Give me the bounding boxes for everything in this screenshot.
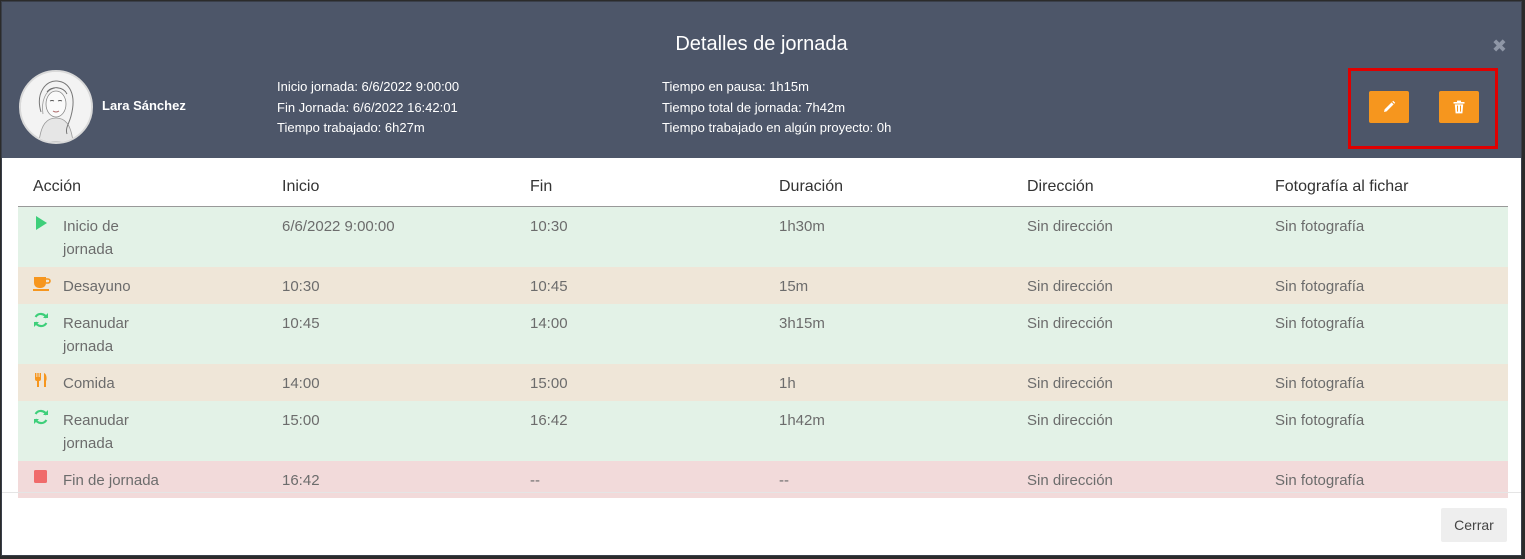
fin-cell: 10:30 — [515, 206, 764, 267]
edit-button[interactable] — [1369, 91, 1409, 123]
foto-cell: Sin fotografía — [1260, 364, 1508, 401]
foto-cell: Sin fotografía — [1260, 267, 1508, 304]
header-duracion: Duración — [764, 168, 1012, 207]
close-button[interactable]: Cerrar — [1441, 508, 1507, 542]
foto-cell: Sin fotografía — [1260, 304, 1508, 364]
trash-icon — [1453, 100, 1465, 114]
table-row: Comida 14:00 15:00 1h Sin dirección Sin … — [18, 364, 1508, 401]
action-label: Reanudar jornada — [63, 315, 129, 355]
direccion-cell: Sin dirección — [1012, 401, 1260, 461]
table-row: Reanudar jornada 15:00 16:42 1h42m Sin d… — [18, 401, 1508, 461]
header-fotografia: Fotografía al fichar — [1260, 168, 1508, 207]
close-icon[interactable]: ✖ — [1492, 36, 1507, 57]
action-label: Reanudar jornada — [63, 412, 129, 452]
cutlery-icon — [33, 372, 63, 395]
user-portrait-icon — [21, 72, 91, 142]
header-accion: Acción — [18, 168, 267, 207]
fin-cell: 15:00 — [515, 364, 764, 401]
refresh-icon — [33, 409, 63, 455]
summary-pausa: Tiempo en pausa: 1h15m — [662, 79, 809, 94]
summary-trabajado: Tiempo trabajado: 6h27m — [277, 120, 425, 135]
direccion-cell: Sin dirección — [1012, 304, 1260, 364]
modal-header: Detalles de jornada ✖ Lara Sánchez Inici… — [2, 2, 1521, 158]
modal-title: Detalles de jornada — [675, 33, 848, 55]
summary-column-1: Inicio jornada: 6/6/2022 9:00:00 Fin Jor… — [277, 77, 459, 139]
direccion-cell: Sin dirección — [1012, 206, 1260, 267]
foto-cell: Sin fotografía — [1260, 206, 1508, 267]
action-label: Desayuno — [63, 278, 131, 295]
delete-button[interactable] — [1439, 91, 1479, 123]
duracion-cell: 1h — [764, 364, 1012, 401]
refresh-icon — [33, 312, 63, 358]
avatar — [19, 70, 93, 144]
fin-cell: 10:45 — [515, 267, 764, 304]
header-direccion: Dirección — [1012, 168, 1260, 207]
table-row: Desayuno 10:30 10:45 15m Sin dirección S… — [18, 267, 1508, 304]
inicio-cell: 6/6/2022 9:00:00 — [267, 206, 515, 267]
jornada-details-modal: Detalles de jornada ✖ Lara Sánchez Inici… — [1, 1, 1522, 556]
action-label: Comida — [63, 375, 115, 392]
action-cell: Reanudar jornada — [18, 304, 267, 364]
coffee-icon — [33, 275, 63, 298]
direccion-cell: Sin dirección — [1012, 267, 1260, 304]
summary-fin: Fin Jornada: 6/6/2022 16:42:01 — [277, 99, 458, 115]
direccion-cell: Sin dirección — [1012, 364, 1260, 401]
table-header-row: Acción Inicio Fin Duración Dirección Fot… — [18, 168, 1508, 207]
inicio-cell: 15:00 — [267, 401, 515, 461]
table-row: Inicio de jornada 6/6/2022 9:00:00 10:30… — [18, 206, 1508, 267]
inicio-cell: 14:00 — [267, 364, 515, 401]
summary-total: Tiempo total de jornada: 7h42m — [662, 99, 846, 115]
action-cell: Reanudar jornada — [18, 401, 267, 461]
duracion-cell: 3h15m — [764, 304, 1012, 364]
jornada-table-wrapper: Acción Inicio Fin Duración Dirección Fot… — [18, 168, 1508, 498]
inicio-cell: 10:45 — [267, 304, 515, 364]
inicio-cell: 10:30 — [267, 267, 515, 304]
play-icon — [33, 215, 63, 261]
duracion-cell: 15m — [764, 267, 1012, 304]
duracion-cell: 1h42m — [764, 401, 1012, 461]
footer-divider — [2, 492, 1521, 493]
stop-icon — [33, 469, 63, 492]
fin-cell: 14:00 — [515, 304, 764, 364]
summary-column-2: Tiempo en pausa: 1h15m Tiempo total de j… — [662, 77, 891, 139]
summary-proyecto: Tiempo trabajado en algún proyecto: 0h — [662, 120, 892, 135]
header-fin: Fin — [515, 168, 764, 207]
pencil-icon — [1384, 100, 1396, 112]
action-label: Fin de jornada — [63, 472, 159, 489]
fin-cell: 16:42 — [515, 401, 764, 461]
action-label: Inicio de jornada — [63, 218, 119, 258]
jornada-table: Acción Inicio Fin Duración Dirección Fot… — [18, 168, 1508, 498]
header-inicio: Inicio — [267, 168, 515, 207]
table-row: Reanudar jornada 10:45 14:00 3h15m Sin d… — [18, 304, 1508, 364]
duracion-cell: 1h30m — [764, 206, 1012, 267]
action-cell: Desayuno — [18, 267, 267, 304]
foto-cell: Sin fotografía — [1260, 401, 1508, 461]
action-cell: Comida — [18, 364, 267, 401]
action-cell: Inicio de jornada — [18, 206, 267, 267]
summary-inicio: Inicio jornada: 6/6/2022 9:00:00 — [277, 79, 460, 94]
user-name: Lara Sánchez — [102, 98, 186, 113]
